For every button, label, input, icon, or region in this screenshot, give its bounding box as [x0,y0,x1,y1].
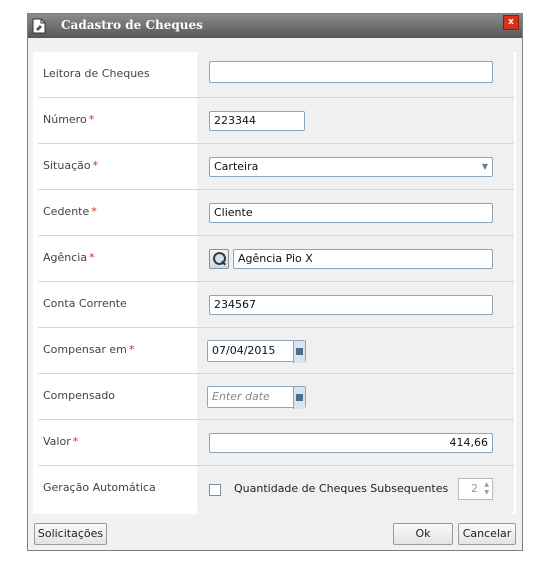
solicitacoes-button[interactable]: Solicitações [34,523,107,545]
calendar-icon[interactable] [293,341,305,363]
row-valor: Valor * 414,66 [33,420,514,466]
row-conta: Conta Corrente 234567 [33,282,514,328]
cheque-dialog: Cadastro de Cheques x Leitora de Cheques… [27,13,523,551]
calendar-icon[interactable] [293,387,305,409]
ok-button[interactable]: Ok [393,523,453,545]
label-geracao: Geração Automática [43,481,156,494]
compensado-date-input[interactable]: Enter date [207,386,306,409]
subsequentes-label: Quantidade de Cheques Subsequentes [234,482,449,495]
row-agencia: Agência * Agência Pio X [33,236,514,282]
conta-input[interactable]: 234567 [209,295,493,315]
row-cedente: Cedente * Cliente [33,190,514,236]
label-leitora: Leitora de Cheques [43,67,150,80]
label-numero: Número * [43,113,95,126]
chevron-down-icon[interactable]: ▼ [482,158,488,176]
cancel-button[interactable]: Cancelar [458,523,516,545]
label-situacao: Situação * [43,159,99,172]
leitora-input[interactable] [209,61,493,83]
subsequentes-checkbox[interactable] [209,484,221,496]
row-compensado: Compensado Enter date [33,374,514,420]
label-conta: Conta Corrente [43,297,127,310]
dialog-titlebar[interactable]: Cadastro de Cheques x [28,14,522,38]
row-geracao: Geração Automática Quantidade de Cheques… [33,466,514,512]
label-compensar: Compensar em * [43,343,135,356]
quantidade-stepper[interactable]: 2 ▲ ▼ [458,478,493,500]
dialog-title: Cadastro de Cheques [61,18,203,32]
row-leitora: Leitora de Cheques [33,52,514,98]
close-icon: x [508,17,514,27]
label-compensado: Compensado [43,389,116,402]
close-button[interactable]: x [503,15,519,30]
label-agencia: Agência * [43,251,95,264]
situacao-select[interactable]: Carteira ▼ [209,157,493,177]
row-numero: Número * 223344 [33,98,514,144]
agencia-search-button[interactable] [209,249,229,269]
row-situacao: Situação * Carteira ▼ [33,144,514,190]
stepper-arrows-icon[interactable]: ▲ ▼ [484,481,489,497]
label-cedente: Cedente * [43,205,97,218]
dialog-footer: Solicitações Ok Cancelar [28,519,522,550]
cedente-input[interactable]: Cliente [209,203,493,223]
compensar-date-input[interactable]: 07/04/2015 [207,340,306,363]
agencia-input[interactable]: Agência Pio X [233,249,493,269]
cheque-form-icon [32,18,46,34]
cheque-form: Leitora de Cheques Número * 223344 Situaç… [33,52,516,514]
numero-input[interactable]: 223344 [209,111,305,131]
valor-input[interactable]: 414,66 [209,433,493,453]
label-valor: Valor * [43,435,79,448]
row-compensar: Compensar em * 07/04/2015 [33,328,514,374]
